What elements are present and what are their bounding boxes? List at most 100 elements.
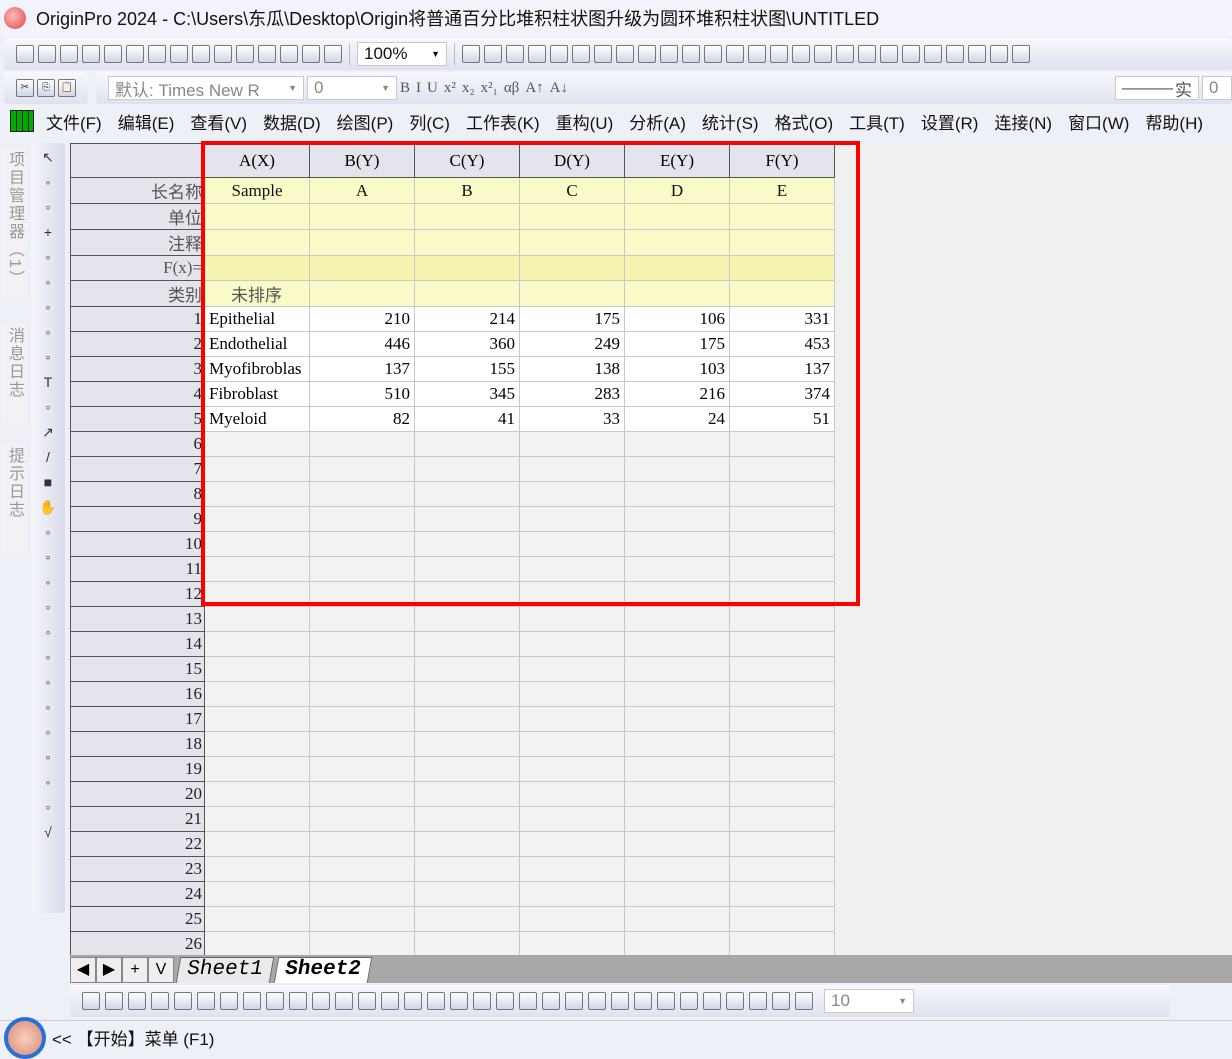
hint-log-tab[interactable]: 提示日志 [2, 443, 26, 553]
empty-cell[interactable] [624, 631, 730, 657]
data-cell[interactable]: 216 [624, 381, 730, 407]
menu-item[interactable]: 分析(A) [629, 109, 686, 134]
meta-cell[interactable] [729, 229, 835, 256]
empty-cell[interactable] [204, 481, 310, 507]
cloud-icon[interactable] [258, 45, 276, 63]
empty-cell[interactable] [624, 456, 730, 482]
empty-cell[interactable] [519, 731, 625, 757]
row-number[interactable]: 11 [70, 556, 205, 582]
data-cell[interactable]: Fibroblast [204, 381, 310, 407]
empty-cell[interactable] [624, 806, 730, 832]
empty-cell[interactable] [729, 756, 835, 782]
arrow-icon[interactable]: ↗ [37, 421, 59, 443]
row-number[interactable]: 14 [70, 631, 205, 657]
add-column-icon[interactable] [704, 45, 722, 63]
row-number[interactable]: 20 [70, 781, 205, 807]
3d-scatter-icon[interactable] [358, 992, 376, 1010]
meta-cell[interactable] [624, 203, 730, 230]
row-number[interactable]: 21 [70, 806, 205, 832]
move-icon[interactable]: ◦ [37, 671, 59, 693]
batch-icon[interactable] [192, 45, 210, 63]
empty-cell[interactable] [309, 931, 415, 955]
empty-cell[interactable] [414, 781, 520, 807]
empty-cell[interactable] [309, 656, 415, 682]
layer5-icon[interactable] [703, 992, 721, 1010]
sheet-nav-button[interactable]: ◀ [70, 957, 96, 983]
empty-cell[interactable] [624, 481, 730, 507]
empty-cell[interactable] [729, 531, 835, 557]
empty-cell[interactable] [309, 606, 415, 632]
data-cell[interactable]: 82 [309, 406, 415, 432]
row-number[interactable]: 15 [70, 656, 205, 682]
meta-cell[interactable] [204, 255, 310, 281]
filter-icon[interactable] [902, 45, 920, 63]
circle-icon[interactable]: ◦ [37, 646, 59, 668]
data-cell[interactable]: 360 [414, 331, 520, 357]
empty-cell[interactable] [729, 881, 835, 907]
row-number[interactable]: 17 [70, 706, 205, 732]
meta-cell[interactable]: E [729, 177, 835, 204]
font-size-combo[interactable]: 0 ▼ [307, 76, 397, 100]
empty-cell[interactable] [519, 906, 625, 932]
empty-cell[interactable] [309, 431, 415, 457]
notes-icon[interactable] [528, 45, 546, 63]
empty-cell[interactable] [204, 756, 310, 782]
line-style-combo[interactable]: ——— 实 [1115, 76, 1199, 100]
new-matrix-icon[interactable] [104, 45, 122, 63]
image-icon[interactable] [427, 992, 445, 1010]
column-header[interactable]: A(X) [204, 143, 310, 178]
format-button[interactable]: x²₁ [481, 80, 498, 97]
menu-item[interactable]: 工作表(K) [466, 109, 540, 134]
empty-cell[interactable] [414, 681, 520, 707]
chart-icon[interactable]: ◦ [37, 696, 59, 718]
empty-cell[interactable] [414, 531, 520, 557]
empty-cell[interactable] [414, 731, 520, 757]
find-icon[interactable] [616, 45, 634, 63]
empty-cell[interactable] [624, 731, 730, 757]
empty-cell[interactable] [624, 831, 730, 857]
menu-item[interactable]: 统计(S) [702, 109, 759, 134]
empty-cell[interactable] [624, 906, 730, 932]
row-number[interactable]: 1 [70, 306, 205, 332]
empty-cell[interactable] [309, 531, 415, 557]
empty-cell[interactable] [414, 506, 520, 532]
empty-cell[interactable] [309, 706, 415, 732]
close-icon[interactable] [990, 45, 1008, 63]
data-cell[interactable]: 331 [729, 306, 835, 332]
arrange2-icon[interactable] [542, 992, 560, 1010]
data-reader-icon[interactable]: ◦ [37, 246, 59, 268]
column-header[interactable]: B(Y) [309, 143, 415, 178]
empty-cell[interactable] [414, 656, 520, 682]
row-number[interactable]: 13 [70, 606, 205, 632]
data-cell[interactable]: 137 [309, 356, 415, 382]
empty-cell[interactable] [519, 631, 625, 657]
empty-cell[interactable] [519, 606, 625, 632]
data-cell[interactable]: Myeloid [204, 406, 310, 432]
run-icon[interactable] [324, 45, 342, 63]
graph-icon[interactable]: ◦ [37, 546, 59, 568]
empty-cell[interactable] [729, 906, 835, 932]
data-cell[interactable]: 155 [414, 356, 520, 382]
meta-cell[interactable] [729, 280, 835, 307]
menu-item[interactable]: 编辑(E) [118, 109, 175, 134]
empty-cell[interactable] [414, 831, 520, 857]
template-icon[interactable] [214, 45, 232, 63]
empty-cell[interactable] [519, 781, 625, 807]
annotation-icon[interactable]: ◦ [37, 396, 59, 418]
stats-icon[interactable] [770, 45, 788, 63]
empty-cell[interactable] [624, 681, 730, 707]
empty-cell[interactable] [624, 606, 730, 632]
new-project-icon[interactable] [16, 45, 34, 63]
peak-icon[interactable] [880, 45, 898, 63]
empty-cell[interactable] [519, 856, 625, 882]
meta-cell[interactable]: Sample [204, 177, 310, 204]
empty-cell[interactable] [309, 806, 415, 832]
zoom-combo[interactable]: 100% ▼ [357, 42, 447, 66]
empty-cell[interactable] [414, 556, 520, 582]
meta-row-label[interactable]: F(x)= [70, 255, 205, 281]
menu-item[interactable]: 重构(U) [556, 109, 614, 134]
empty-cell[interactable] [204, 681, 310, 707]
template-icon[interactable] [289, 992, 307, 1010]
crosshair-icon[interactable]: + [37, 221, 59, 243]
empty-cell[interactable] [519, 456, 625, 482]
